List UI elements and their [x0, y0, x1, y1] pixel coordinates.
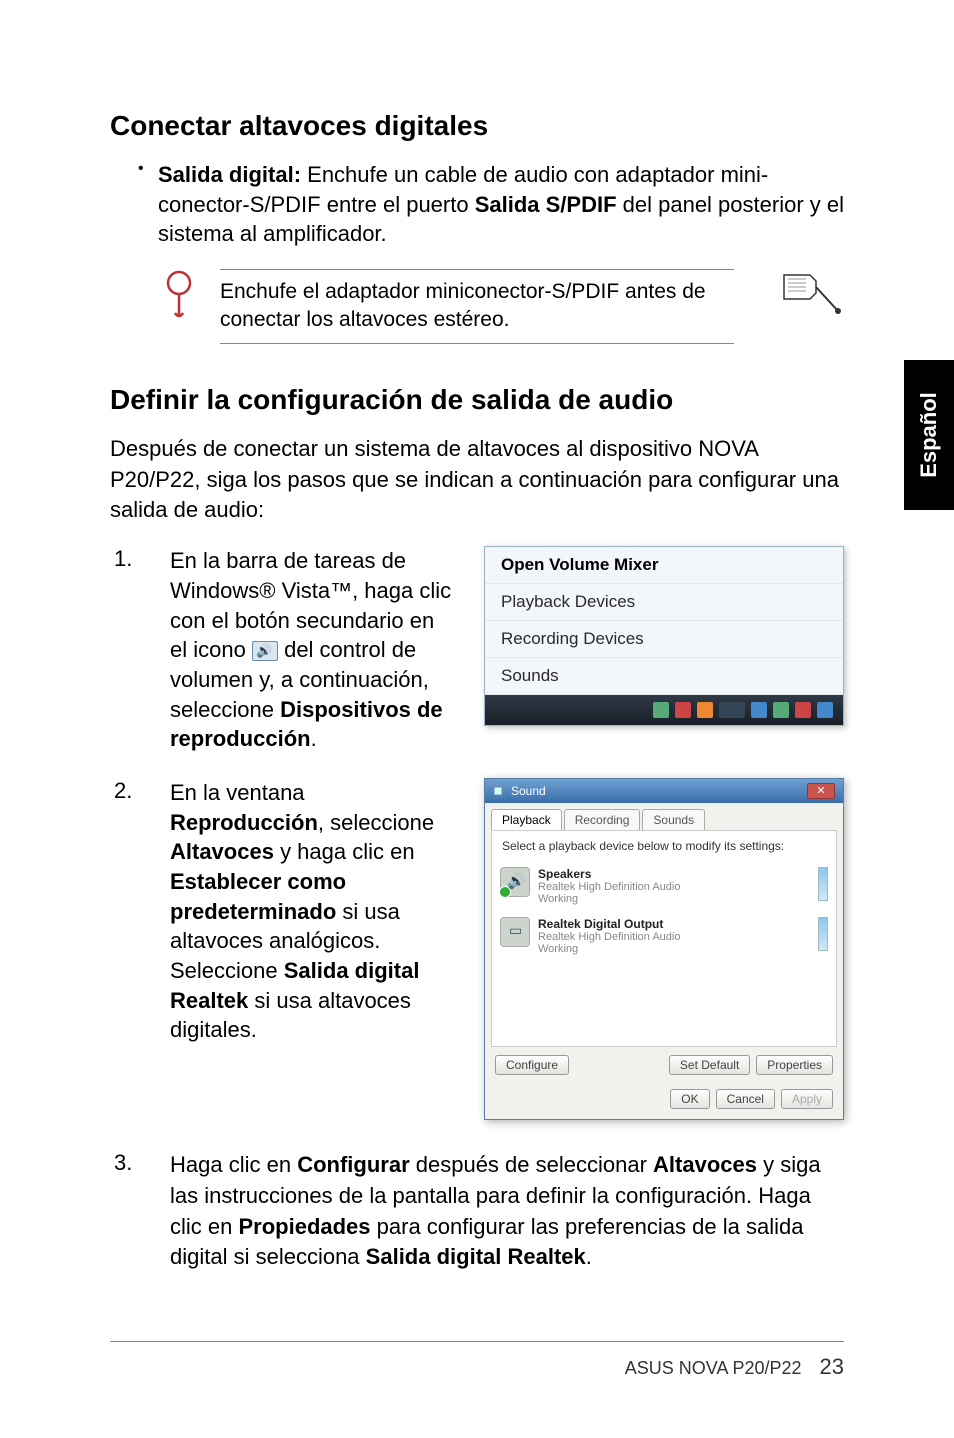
note-text: Enchufe el adaptador miniconector-S/PDIF…	[220, 269, 734, 344]
intro-paragraph: Después de conectar un sistema de altavo…	[110, 434, 844, 526]
configure-button[interactable]: Configure	[495, 1055, 569, 1075]
bullet-digital-output: • Salida digital: Enchufe un cable de au…	[110, 160, 844, 249]
level-meter	[818, 867, 828, 901]
footer-page-number: 23	[820, 1354, 844, 1380]
device-driver: Realtek High Definition Audio	[538, 881, 680, 893]
step-number: 2.	[110, 778, 140, 1120]
menu-item-sounds[interactable]: Sounds	[485, 658, 843, 695]
step-2-text: En la ventana Reproducción, seleccione A…	[170, 778, 454, 1120]
tab-sounds[interactable]: Sounds	[642, 809, 705, 830]
bullet-mid-bold: Salida S/PDIF	[475, 192, 617, 217]
step-1: 1. En la barra de tareas de Windows® Vis…	[110, 546, 844, 754]
level-meter	[818, 917, 828, 951]
volume-icon	[252, 641, 278, 661]
language-tab: Español	[904, 360, 954, 510]
bullet-dot: •	[138, 160, 158, 249]
tray-icon[interactable]	[719, 702, 745, 718]
device-status: Working	[538, 943, 680, 955]
speaker-icon	[500, 867, 530, 897]
step-3-text: Haga clic en Configurar después de selec…	[170, 1150, 844, 1273]
menu-item-playback[interactable]: Playback Devices	[485, 584, 843, 621]
dialog-button-row: Configure Set Default Properties	[485, 1047, 843, 1083]
footer-rule	[110, 1341, 844, 1342]
device-driver: Realtek High Definition Audio	[538, 931, 680, 943]
device-name: Realtek Digital Output	[538, 917, 680, 931]
device-status: Working	[538, 893, 680, 905]
sound-titlebar-icon	[493, 784, 507, 798]
set-default-button[interactable]: Set Default	[669, 1055, 750, 1075]
note-box: Enchufe el adaptador miniconector-S/PDIF…	[160, 269, 844, 344]
menu-item-recording[interactable]: Recording Devices	[485, 621, 843, 658]
step-1-text: En la barra de tareas de Windows® Vista™…	[170, 546, 454, 754]
context-menu-screenshot: Open Volume Mixer Playback Devices Recor…	[484, 546, 844, 754]
dialog-bottom-row: OK Cancel Apply	[485, 1083, 843, 1119]
sound-dialog: Sound ✕ Playback Recording Sounds Select…	[484, 778, 844, 1120]
bullet-lead-bold: Salida digital:	[158, 162, 301, 187]
step-2: 2. En la ventana Reproducción, seleccion…	[110, 778, 844, 1120]
device-item-digital[interactable]: Realtek Digital Output Realtek High Defi…	[496, 911, 832, 961]
menu-item-open-mixer[interactable]: Open Volume Mixer	[485, 547, 843, 584]
step-number: 3.	[110, 1150, 140, 1273]
tab-recording[interactable]: Recording	[564, 809, 641, 830]
digital-output-icon	[500, 917, 530, 947]
device-name: Speakers	[538, 867, 680, 881]
bullet-text: Salida digital: Enchufe un cable de audi…	[158, 160, 844, 249]
spdif-adapter-icon	[774, 269, 844, 319]
dialog-title: Sound	[511, 784, 546, 798]
sound-dialog-screenshot: Sound ✕ Playback Recording Sounds Select…	[484, 778, 844, 1120]
tray-icon[interactable]	[697, 702, 713, 718]
dialog-titlebar: Sound ✕	[485, 779, 843, 803]
close-button[interactable]: ✕	[807, 783, 835, 799]
device-list: Speakers Realtek High Definition Audio W…	[491, 857, 837, 1047]
ok-button[interactable]: OK	[670, 1089, 709, 1109]
section-title-define: Definir la configuración de salida de au…	[110, 384, 844, 416]
device-item-speakers[interactable]: Speakers Realtek High Definition Audio W…	[496, 861, 832, 911]
step-3: 3. Haga clic en Configurar después de se…	[110, 1150, 844, 1273]
apply-button[interactable]: Apply	[781, 1089, 833, 1109]
context-menu: Open Volume Mixer Playback Devices Recor…	[484, 546, 844, 726]
tray-icon[interactable]	[751, 702, 767, 718]
section-title-connect: Conectar altavoces digitales	[110, 110, 844, 142]
dialog-instruction: Select a playback device below to modify…	[491, 830, 837, 857]
step-number: 1.	[110, 546, 140, 754]
tray-icon[interactable]	[653, 702, 669, 718]
tray-volume-icon[interactable]	[817, 702, 833, 718]
system-tray	[485, 695, 843, 725]
tab-playback[interactable]: Playback	[491, 809, 562, 830]
properties-button[interactable]: Properties	[756, 1055, 833, 1075]
tray-icon[interactable]	[773, 702, 789, 718]
cancel-button[interactable]: Cancel	[716, 1089, 775, 1109]
footer-product: ASUS NOVA P20/P22	[625, 1358, 802, 1379]
tray-icon[interactable]	[675, 702, 691, 718]
language-tab-label: Español	[916, 392, 942, 478]
dialog-tabs: Playback Recording Sounds	[485, 803, 843, 830]
magnifier-icon	[160, 269, 200, 319]
page-footer: ASUS NOVA P20/P22 23	[625, 1354, 844, 1380]
tray-icon[interactable]	[795, 702, 811, 718]
default-check-icon	[499, 886, 511, 898]
